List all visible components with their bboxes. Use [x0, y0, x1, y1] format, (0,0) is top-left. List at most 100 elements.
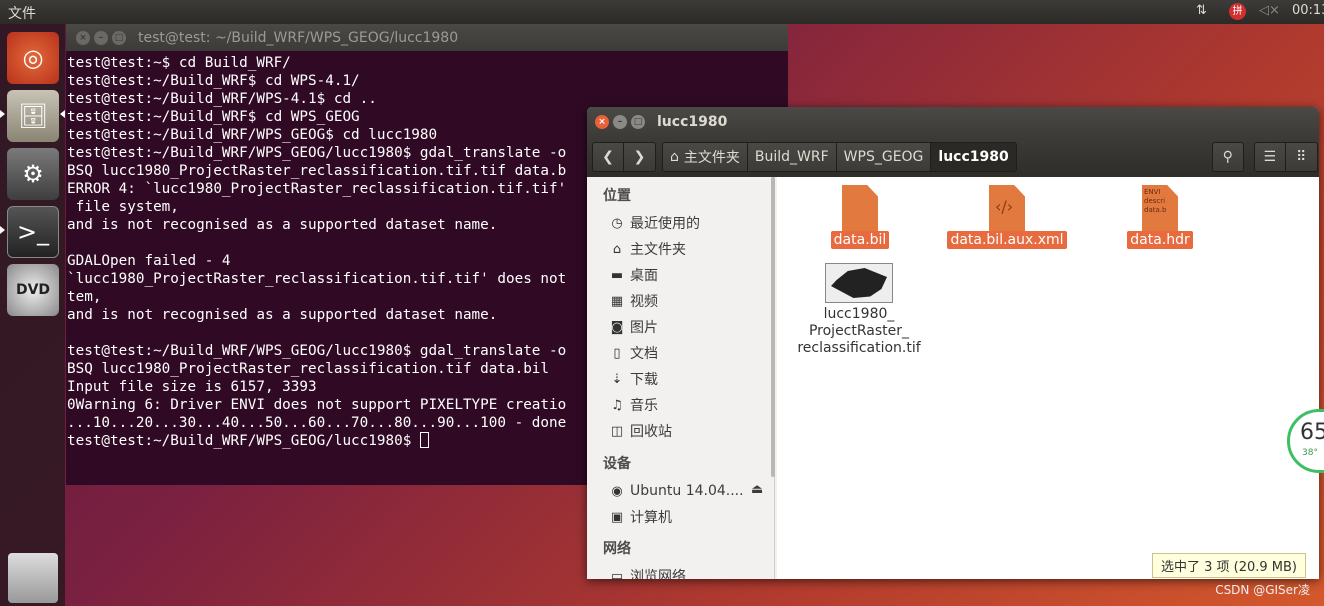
active-indicator: [0, 110, 5, 118]
sidebar-item-label: 文档: [630, 346, 658, 362]
volume-icon[interactable]: ◁×: [1259, 3, 1280, 18]
home-icon: ⌂: [670, 149, 679, 165]
terminal-title: test@test: ~/Build_WRF/WPS_GEOG/lucc1980: [138, 29, 459, 46]
sidebar-item-label: 最近使用的: [630, 216, 700, 232]
window-title: lucc1980: [657, 114, 728, 130]
search-button[interactable]: ⚲: [1211, 142, 1244, 172]
minimize-icon[interactable]: –: [613, 115, 627, 129]
sidebar-item[interactable]: ▣ 计算机: [609, 506, 672, 528]
settings-app-icon[interactable]: ⚙: [7, 148, 59, 200]
sidebar-scrollbar[interactable]: [771, 177, 775, 477]
maximize-icon[interactable]: □: [112, 30, 126, 45]
network-icon[interactable]: ⇅: [1196, 3, 1207, 18]
network-header: 网络: [603, 541, 631, 557]
video-icon: ▦: [610, 293, 624, 309]
files-titlebar: × – □ lucc1980: [587, 107, 1319, 137]
close-icon[interactable]: ×: [595, 115, 609, 129]
sidebar-item[interactable]: ▦ 视频: [609, 290, 658, 312]
sidebar-item-label: 下载: [630, 372, 658, 388]
sidebar-item[interactable]: ◉ Ubuntu 14.04....: [609, 480, 744, 502]
list-icon: ☰: [1263, 149, 1277, 165]
sidebar-item[interactable]: ⇣ 下载: [609, 368, 658, 390]
file-name: lucc1980_ ProjectRaster_ reclassificatio…: [797, 306, 921, 356]
breadcrumb-wps-geog[interactable]: WPS_GEOG: [836, 142, 932, 172]
watermark: CSDN @GISer凌: [1215, 583, 1310, 597]
grid-view-button[interactable]: ⠿: [1285, 142, 1318, 172]
terminal-cursor: [419, 432, 429, 448]
maximize-icon[interactable]: □: [631, 115, 645, 129]
clock[interactable]: 00:13: [1292, 3, 1324, 18]
files-window[interactable]: × – □ lucc1980 ❮ ❯ ⌂ 主文件夹 Build_WRF WPS_G…: [587, 107, 1319, 579]
places-header: 位置: [603, 188, 631, 204]
sidebar-item-label: 主文件夹: [630, 242, 686, 258]
trash-icon: ◫: [610, 423, 624, 439]
file-name: data.hdr: [1127, 231, 1193, 249]
clock-icon: ◷: [611, 215, 623, 231]
active-indicator: [0, 226, 5, 234]
sidebar-item-label: Ubuntu 14.04....: [630, 483, 744, 499]
breadcrumb-lucc1980[interactable]: lucc1980: [931, 142, 1017, 172]
file-item[interactable]: ‹/› data.bil.aux.xml: [937, 185, 1077, 249]
terminal-line: test@test:~/Build_WRF$ cd WPS-4.1/: [67, 73, 360, 89]
sidebar-item[interactable]: ◙ 图片: [609, 316, 658, 338]
files-app-icon[interactable]: 🗄: [7, 90, 59, 142]
hdr-preview: ENVI descri data.b: [1144, 188, 1167, 214]
terminal-titlebar: × – □ test@test: ~/Build_WRF/WPS_GEOG/lu…: [66, 24, 788, 51]
camera-icon: ◙: [610, 319, 624, 335]
focus-indicator: [60, 110, 65, 118]
sidebar-item[interactable]: ▭ 浏览网络: [609, 565, 686, 580]
network-icon: ▭: [610, 568, 624, 580]
sidebar: 位置 ◷ 最近使用的 ⌂ 主文件夹 ▬ 桌面 ▦ 视频 ◙ 图片 ▯ 文档 ⇣ 下载 ♫ 音乐 ◫ 回收站 设备 ◉ Ub…: [587, 177, 775, 579]
sidebar-item[interactable]: ◷ 最近使用的: [609, 212, 700, 234]
download-icon: ⇣: [611, 371, 623, 387]
grid-icon: ⠿: [1296, 149, 1307, 165]
trash-icon[interactable]: [8, 553, 58, 603]
file-item[interactable]: lucc1980_ ProjectRaster_ reclassificatio…: [789, 263, 929, 357]
sidebar-item-label: 图片: [630, 320, 658, 336]
breadcrumb-home[interactable]: ⌂ 主文件夹: [662, 142, 748, 172]
list-view-button[interactable]: ☰: [1253, 142, 1286, 172]
input-method-icon[interactable]: 拼: [1229, 3, 1246, 20]
forward-button[interactable]: ❯: [624, 142, 656, 172]
close-icon[interactable]: ×: [76, 30, 90, 45]
minimize-icon[interactable]: –: [94, 30, 108, 45]
dash-home-icon[interactable]: ◎: [7, 32, 59, 84]
image-file-icon: [825, 263, 893, 303]
back-button[interactable]: ❮: [592, 142, 624, 172]
file-name: data.bil: [830, 231, 890, 249]
file-name: data.bil.aux.xml: [947, 231, 1067, 249]
file-item[interactable]: data.bil: [817, 185, 903, 249]
desktop-icon: ▬: [610, 267, 624, 283]
sidebar-item[interactable]: ◫ 回收站: [609, 420, 672, 442]
home-icon: ⌂: [612, 241, 622, 257]
temperature: 38°: [1302, 448, 1318, 458]
menu-file[interactable]: 文件: [8, 3, 36, 23]
eject-icon[interactable]: ⏏: [751, 482, 763, 497]
files-toolbar: ❮ ❯ ⌂ 主文件夹 Build_WRF WPS_GEOG lucc1980 ⚲ …: [587, 137, 1319, 177]
breadcrumb-build-wrf[interactable]: Build_WRF: [747, 142, 837, 172]
dvd-icon[interactable]: DVD: [7, 264, 59, 316]
document-icon: ▯: [613, 345, 621, 361]
sidebar-item-label: 回收站: [630, 424, 672, 440]
gauge-value: 65: [1300, 420, 1324, 445]
music-icon: ♫: [611, 397, 623, 413]
devices-header: 设备: [603, 456, 631, 472]
sidebar-item[interactable]: ▯ 文档: [609, 342, 658, 364]
text-file-icon: ENVI descri data.b: [1142, 185, 1178, 231]
disc-icon: ◉: [611, 483, 623, 499]
sidebar-item-label: 桌面: [630, 268, 658, 284]
terminal-app-icon[interactable]: >_: [7, 206, 59, 258]
launcher: ◎ 🗄 ⚙ >_ DVD: [0, 24, 65, 606]
sidebar-item-label: 音乐: [630, 398, 658, 414]
sidebar-item[interactable]: ♫ 音乐: [609, 394, 658, 416]
xml-file-icon: ‹/›: [989, 185, 1025, 231]
sidebar-item[interactable]: ⌂ 主文件夹: [609, 238, 686, 260]
sidebar-item-label: 视频: [630, 294, 658, 310]
terminal-line: test@test:~/Build_WRF/WPS-4.1$ cd ..: [67, 91, 377, 107]
sidebar-item-label: 浏览网络: [630, 569, 686, 579]
search-icon: ⚲: [1222, 149, 1233, 165]
file-item[interactable]: ENVI descri data.b data.hdr: [1117, 185, 1203, 249]
sidebar-item[interactable]: ▬ 桌面: [609, 264, 658, 286]
file-view[interactable]: data.bil ‹/› data.bil.aux.xml ENVI descr…: [777, 177, 1319, 579]
terminal-line: test@test:~$ cd Build_WRF/: [67, 55, 291, 71]
